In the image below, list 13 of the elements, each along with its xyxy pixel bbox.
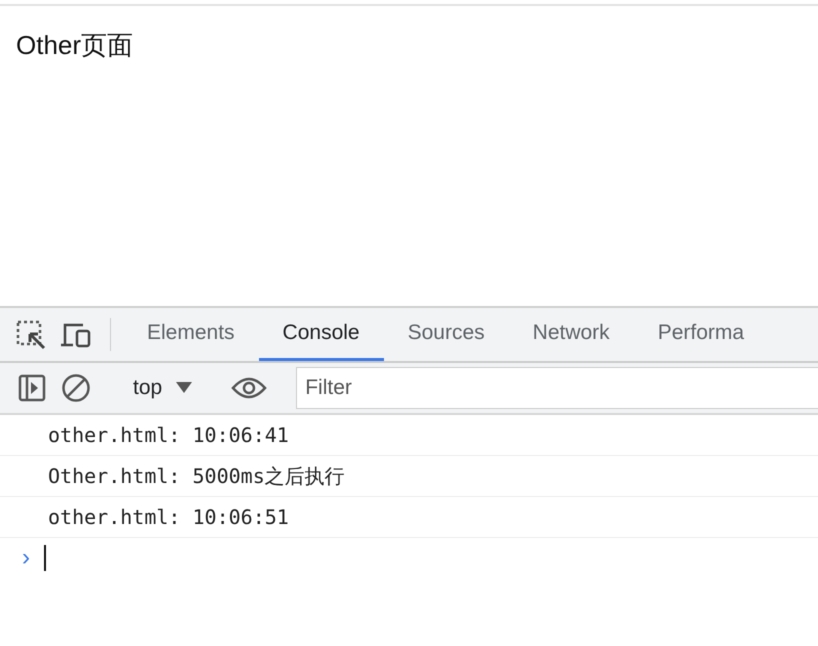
devtools-tab[interactable]: Network <box>508 308 634 361</box>
prompt-caret: › <box>22 544 30 572</box>
devtools-tab[interactable]: Elements <box>123 308 259 361</box>
filter-field[interactable]: Filter <box>296 367 818 409</box>
console-message: other.html: 10:06:41 <box>48 423 289 447</box>
devtools-tab[interactable]: Performa <box>634 308 768 361</box>
text-cursor <box>44 545 46 571</box>
caret-icon <box>176 382 192 394</box>
context-dropdown[interactable]: top <box>123 376 202 400</box>
devtools-tab[interactable]: Sources <box>384 308 509 361</box>
console-message: other.html: 10:06:51 <box>48 505 289 529</box>
console-message: Other.html: 5000ms之后执行 <box>48 462 345 490</box>
page-heading: Other页面 <box>16 30 134 60</box>
